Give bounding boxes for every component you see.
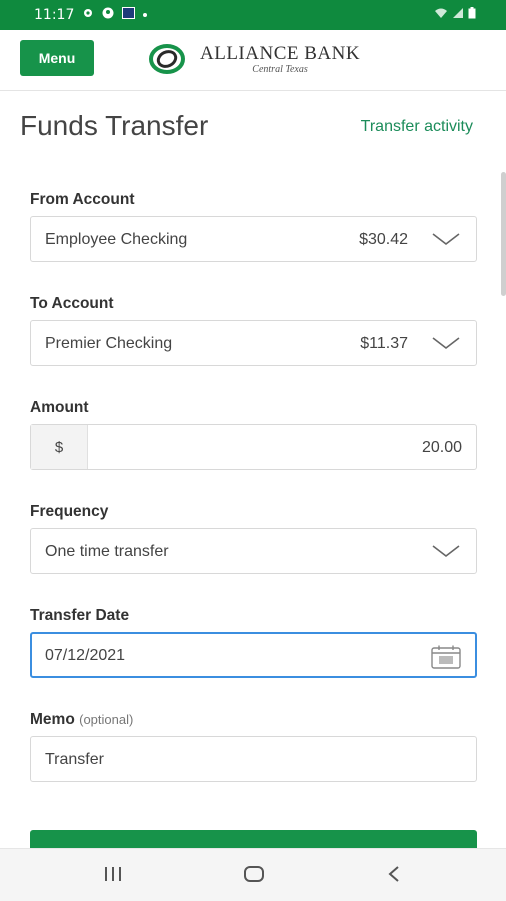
chevron-down-icon	[432, 336, 460, 355]
signal-icon	[452, 7, 464, 23]
chevron-down-icon	[432, 544, 460, 563]
image-icon	[122, 7, 136, 23]
memo-input[interactable]: Transfer	[30, 736, 477, 782]
frequency-label: Frequency	[30, 503, 109, 520]
to-account-label: To Account	[30, 295, 114, 312]
app-header: Menu ALLIANCE BANK Central Texas	[0, 30, 506, 91]
calendar-icon[interactable]	[431, 645, 461, 674]
from-account-balance: $30.42	[359, 231, 408, 248]
wifi-icon	[434, 7, 448, 23]
frequency-value: One time transfer	[45, 543, 169, 560]
system-nav-bar	[0, 848, 506, 901]
transfer-date-input[interactable]: 07/12/2021	[30, 632, 477, 678]
from-account-label: From Account	[30, 191, 135, 208]
to-account-select[interactable]: Premier Checking $11.37	[30, 320, 477, 366]
status-bar: 11:17	[0, 0, 506, 30]
memo-value: Transfer	[45, 751, 104, 768]
brand-subtitle: Central Texas	[252, 63, 308, 75]
from-account-select[interactable]: Employee Checking $30.42	[30, 216, 477, 262]
amount-input[interactable]: 20.00	[422, 439, 462, 457]
to-account-balance: $11.37	[360, 335, 408, 352]
amount-label: Amount	[30, 399, 89, 416]
page-title: Funds Transfer	[20, 110, 209, 141]
currency-prefix: $	[31, 425, 88, 469]
amount-field[interactable]: $ 20.00	[30, 424, 477, 470]
menu-button[interactable]: Menu	[20, 40, 94, 76]
account-circle-icon	[102, 7, 114, 23]
gear-icon	[82, 7, 94, 23]
memo-label-text: Memo	[30, 711, 75, 728]
transfer-activity-link[interactable]: Transfer activity	[361, 118, 473, 136]
transfer-date-label: Transfer Date	[30, 607, 130, 624]
memo-label: Memo (optional)	[30, 711, 133, 729]
back-icon[interactable]	[386, 865, 402, 888]
memo-optional-text: (optional)	[79, 712, 134, 727]
frequency-select[interactable]: One time transfer	[30, 528, 477, 574]
status-bar-left: 11:17	[34, 7, 148, 23]
scrollbar[interactable]	[501, 172, 506, 296]
transfer-date-value: 07/12/2021	[45, 647, 126, 664]
from-account-name: Employee Checking	[45, 231, 188, 248]
brand-name: ALLIANCE BANK	[200, 42, 361, 64]
dot-icon	[143, 13, 148, 17]
battery-icon	[468, 7, 476, 23]
recent-apps-icon[interactable]	[103, 865, 123, 888]
status-bar-right	[434, 7, 476, 23]
logo-mark-icon	[149, 44, 185, 74]
to-account-name: Premier Checking	[45, 335, 173, 352]
status-time: 11:17	[34, 7, 75, 23]
alliance-bank-logo[interactable]: ALLIANCE BANK Central Texas	[148, 42, 360, 76]
home-icon[interactable]	[243, 865, 265, 888]
chevron-down-icon	[432, 232, 460, 251]
